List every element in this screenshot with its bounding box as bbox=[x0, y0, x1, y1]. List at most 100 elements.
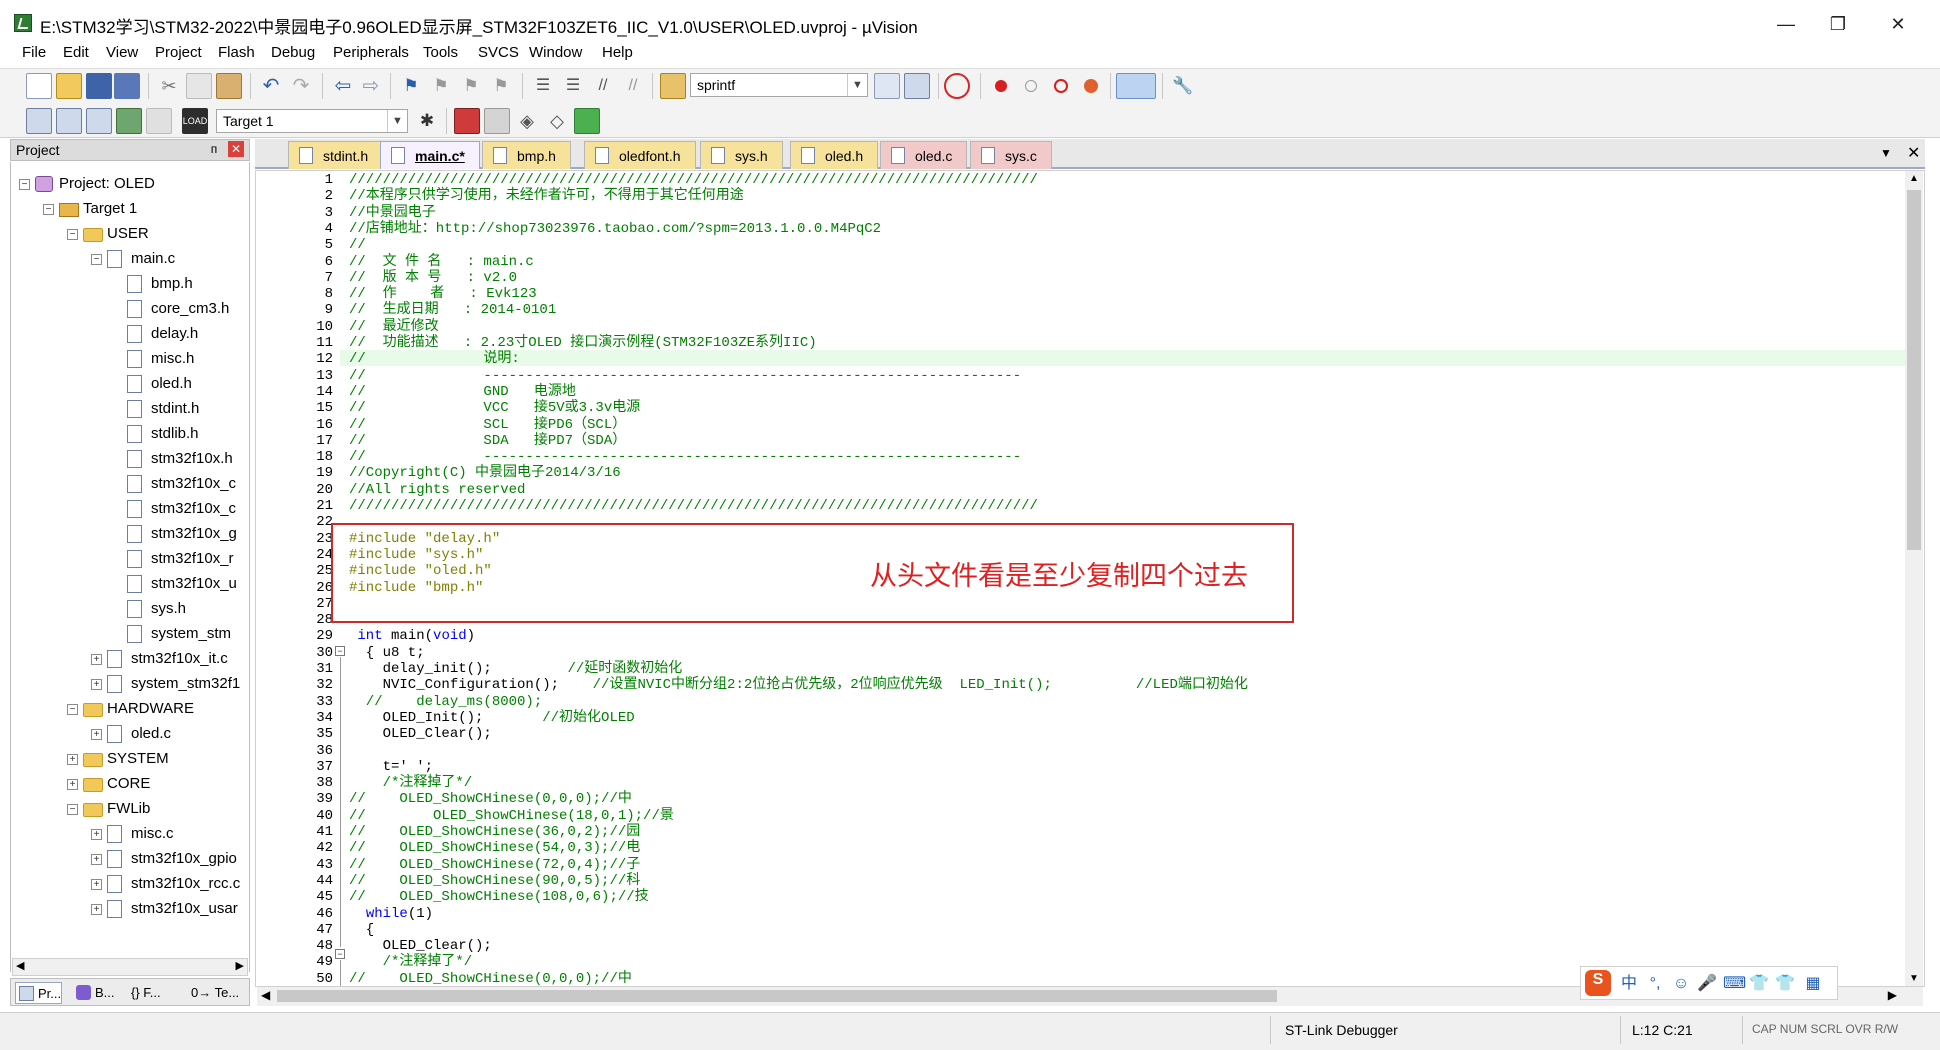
menu-grid-icon[interactable]: ▦ bbox=[1803, 974, 1823, 994]
code-line[interactable]: /*注释掉了*/ bbox=[349, 954, 473, 970]
save-icon[interactable] bbox=[86, 73, 112, 99]
chevron-down-icon[interactable]: ▼ bbox=[847, 74, 867, 96]
keyboard-icon[interactable]: ⌨ bbox=[1723, 974, 1746, 994]
collapse-icon[interactable]: − bbox=[91, 254, 102, 265]
project-horizontal-scrollbar[interactable]: ◀ ▶ bbox=[12, 958, 248, 976]
enable-breakpoint-icon[interactable] bbox=[1018, 73, 1044, 99]
close-tab-icon[interactable]: ✕ bbox=[1907, 143, 1920, 163]
code-line[interactable]: NVIC_Configuration(); //设置NVIC中断分组2:2位抢占… bbox=[349, 677, 1248, 693]
copy-icon[interactable] bbox=[186, 73, 212, 99]
indent-icon[interactable]: ☰ bbox=[530, 73, 556, 99]
code-line[interactable]: // 生成日期 : 2014-0101 bbox=[349, 302, 556, 318]
manage-project-items-icon[interactable] bbox=[454, 108, 480, 134]
scroll-right-icon[interactable]: ▶ bbox=[1888, 988, 1897, 1002]
tab-books[interactable]: B... bbox=[73, 982, 115, 1004]
code-line[interactable]: // OLED_ShowCHinese(54,0,3);//电 bbox=[349, 840, 640, 856]
menu-edit[interactable]: Edit bbox=[63, 44, 89, 61]
tree-item[interactable]: − USER bbox=[11, 222, 247, 246]
code-line[interactable]: // 文 件 名 : main.c bbox=[349, 254, 534, 270]
incremental-find-icon[interactable] bbox=[904, 73, 930, 99]
tree-item[interactable]: + stm32f10x_it.c bbox=[11, 647, 247, 671]
editor-tab[interactable]: sys.h bbox=[700, 141, 783, 169]
editor-tab[interactable]: oled.c bbox=[880, 141, 968, 169]
collapse-icon[interactable]: − bbox=[67, 229, 78, 240]
expand-icon[interactable]: + bbox=[91, 904, 102, 915]
code-line[interactable]: // OLED_ShowCHinese(36,0,2);//园 bbox=[349, 824, 640, 840]
menu-flash[interactable]: Flash bbox=[218, 44, 255, 61]
tree-item[interactable]: stm32f10x_g bbox=[11, 522, 247, 546]
tree-item[interactable]: stm32f10x_r bbox=[11, 547, 247, 571]
run-time-environment-icon[interactable] bbox=[574, 108, 600, 134]
scroll-left-icon[interactable]: ◀ bbox=[261, 988, 270, 1002]
menu-debug[interactable]: Debug bbox=[271, 44, 315, 61]
code-line[interactable]: { u8 t; bbox=[349, 645, 425, 661]
code-line[interactable]: ////////////////////////////////////////… bbox=[349, 172, 1038, 188]
code-line[interactable]: //本程序只供学习使用，未经作者许可，不得用于其它任何用途 bbox=[349, 188, 744, 204]
find-combo[interactable]: sprintf ▼ bbox=[690, 73, 868, 97]
menu-tools[interactable]: Tools bbox=[423, 44, 458, 61]
collapse-icon[interactable]: − bbox=[19, 179, 30, 190]
code-line[interactable]: delay_init(); //延时函数初始化 bbox=[349, 661, 683, 677]
configure-wrench-icon[interactable]: 🔧 bbox=[1170, 73, 1196, 99]
tree-item[interactable]: bmp.h bbox=[11, 272, 247, 296]
navigate-back-icon[interactable]: ⇦ bbox=[330, 73, 356, 99]
disable-all-breakpoints-icon[interactable] bbox=[1048, 73, 1074, 99]
code-line[interactable]: // delay_ms(8000); bbox=[349, 694, 542, 710]
menu-window[interactable]: Window bbox=[529, 44, 582, 61]
code-line[interactable]: // GND 电源地 bbox=[349, 384, 576, 400]
menu-view[interactable]: View bbox=[106, 44, 138, 61]
tree-item[interactable]: + CORE bbox=[11, 772, 247, 796]
close-panel-button[interactable]: ✕ bbox=[228, 141, 244, 157]
code-line[interactable]: { bbox=[349, 922, 374, 938]
tree-item[interactable]: stm32f10x_u bbox=[11, 572, 247, 596]
code-line[interactable]: // OLED_ShowCHinese(0,0,0);//中 bbox=[349, 791, 632, 807]
expand-icon[interactable]: + bbox=[91, 879, 102, 890]
stop-build-icon[interactable] bbox=[146, 108, 172, 134]
find-icon[interactable] bbox=[874, 73, 900, 99]
tree-item[interactable]: + system_stm32f1 bbox=[11, 672, 247, 696]
redo-icon[interactable]: ↷ bbox=[288, 73, 314, 99]
editor-tab[interactable]: stdint.h bbox=[288, 141, 384, 169]
tree-item[interactable]: stm32f10x.h bbox=[11, 447, 247, 471]
expand-icon[interactable]: + bbox=[91, 654, 102, 665]
minimize-button[interactable]: — bbox=[1760, 8, 1812, 40]
tree-item[interactable]: + stm32f10x_usar bbox=[11, 897, 247, 921]
paste-icon[interactable] bbox=[216, 73, 242, 99]
expand-icon[interactable]: + bbox=[91, 829, 102, 840]
chevron-down-icon[interactable]: ▼ bbox=[387, 110, 407, 132]
new-file-icon[interactable] bbox=[26, 73, 52, 99]
tree-item[interactable]: sys.h bbox=[11, 597, 247, 621]
vertical-scroll-thumb[interactable] bbox=[1907, 190, 1921, 550]
editor-tab[interactable]: sys.c bbox=[970, 141, 1052, 169]
menu-svcs[interactable]: SVCS bbox=[478, 44, 519, 61]
expand-icon[interactable]: + bbox=[91, 679, 102, 690]
menu-help[interactable]: Help bbox=[602, 44, 633, 61]
tree-item[interactable]: stdlib.h bbox=[11, 422, 247, 446]
code-line[interactable]: // bbox=[349, 237, 366, 253]
editor-tab[interactable]: oledfont.h bbox=[584, 141, 696, 169]
horizontal-scroll-thumb[interactable] bbox=[277, 990, 1277, 1002]
code-line[interactable]: OLED_Clear(); bbox=[349, 938, 492, 954]
uncomment-selection-icon[interactable]: // bbox=[620, 73, 646, 99]
rebuild-icon[interactable] bbox=[86, 108, 112, 134]
find-in-files-icon[interactable] bbox=[660, 73, 686, 99]
code-line[interactable]: // 说明: bbox=[349, 351, 520, 367]
tree-item[interactable]: − Project: OLED bbox=[11, 172, 247, 196]
tree-item[interactable]: + SYSTEM bbox=[11, 747, 247, 771]
tab-project[interactable]: Pr... bbox=[15, 982, 63, 1004]
code-line[interactable]: // 功能描述 : 2.23寸OLED 接口演示例程(STM32F103ZE系列… bbox=[349, 335, 817, 351]
code-line[interactable]: // SDA 接PD7（SDA） bbox=[349, 433, 626, 449]
code-line[interactable]: // OLED_ShowCHinese(0,0,0);//中 bbox=[349, 971, 632, 987]
expand-icon[interactable]: + bbox=[91, 729, 102, 740]
chinese-mode-icon[interactable]: 中 bbox=[1619, 974, 1639, 994]
tree-item[interactable]: core_cm3.h bbox=[11, 297, 247, 321]
clear-bookmarks-icon[interactable]: ⚑ bbox=[488, 73, 514, 99]
tree-item[interactable]: + misc.c bbox=[11, 822, 247, 846]
open-file-icon[interactable] bbox=[56, 73, 82, 99]
cut-icon[interactable]: ✂ bbox=[156, 73, 182, 99]
pin-icon[interactable]: ᴨ bbox=[206, 141, 222, 157]
code-line[interactable]: //中景园电子 bbox=[349, 205, 436, 221]
code-line[interactable]: // SCL 接PD6（SCL） bbox=[349, 417, 626, 433]
tree-item[interactable]: oled.h bbox=[11, 372, 247, 396]
code-line[interactable]: //Copyright(C) 中景园电子2014/3/16 bbox=[349, 465, 621, 481]
